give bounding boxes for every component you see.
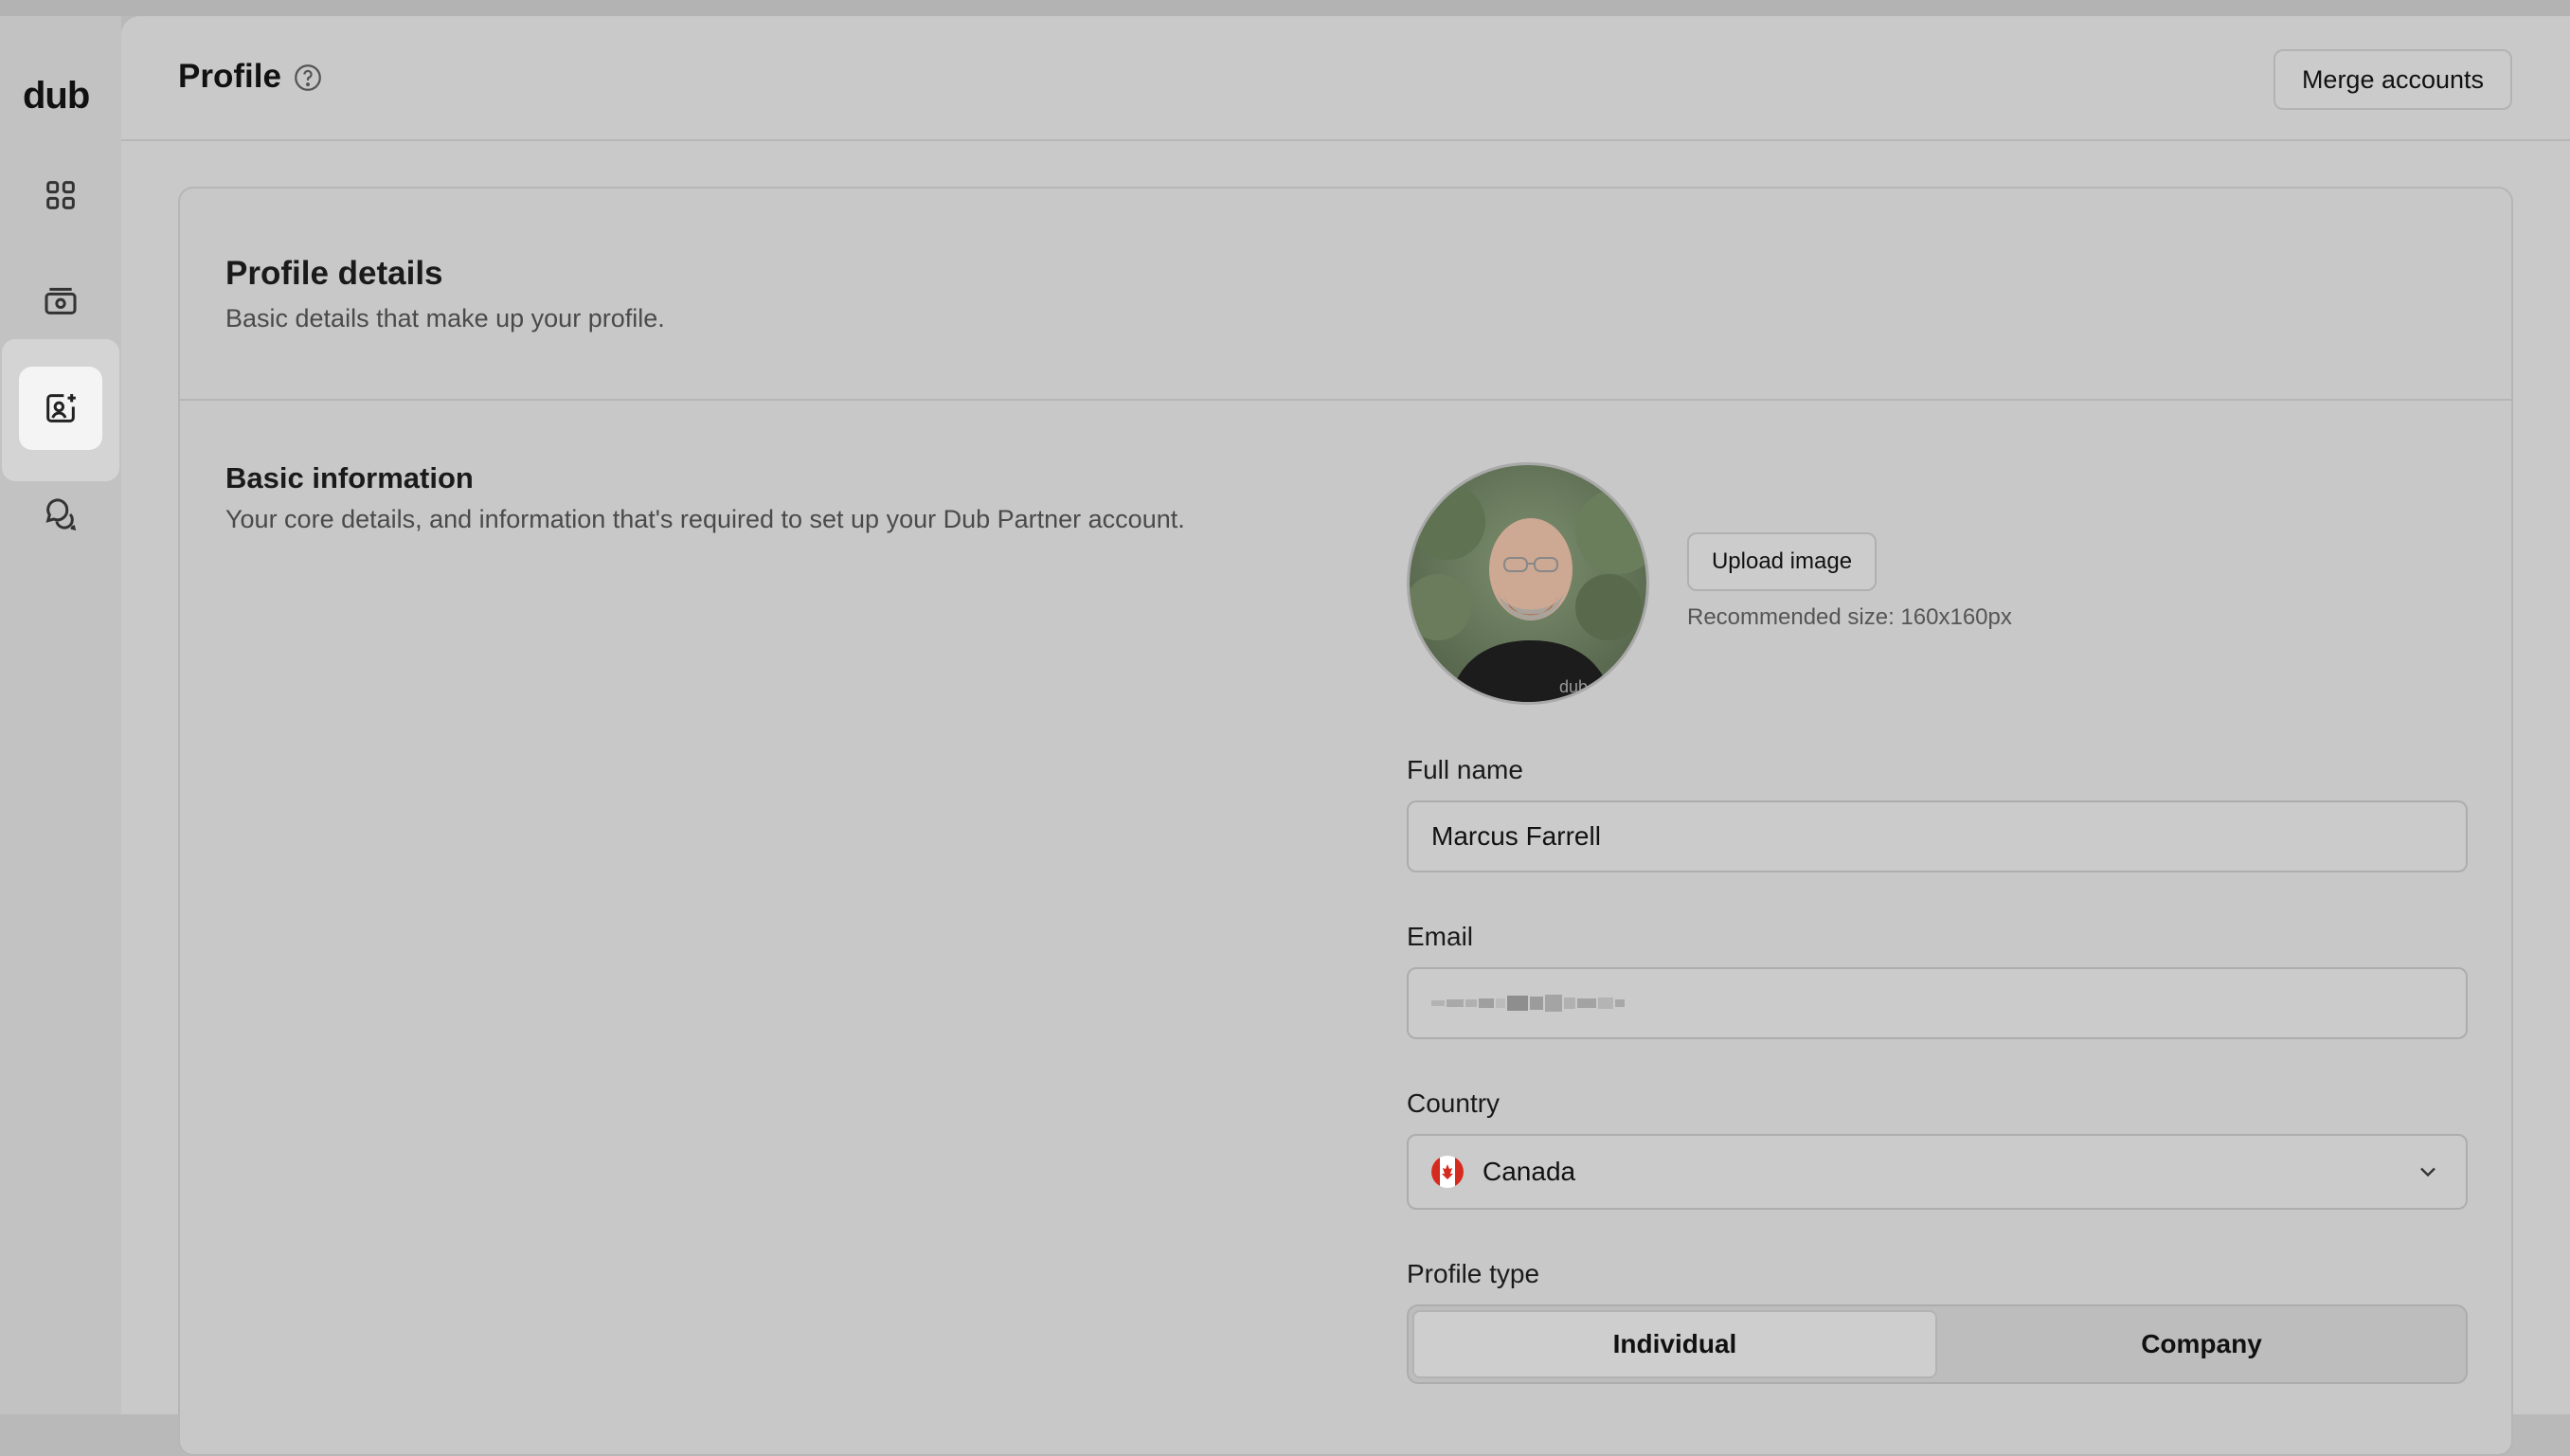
country-value: Canada bbox=[1483, 1157, 1576, 1186]
profile-type-label: Profile type bbox=[1407, 1259, 1540, 1288]
chat-bubbles-icon bbox=[45, 498, 77, 531]
recommended-size-hint: Recommended size: 160x160px bbox=[1687, 604, 2012, 630]
dub-logo[interactable]: dub bbox=[23, 73, 99, 118]
full-name-label: Full name bbox=[1407, 755, 1523, 784]
merge-accounts-button[interactable]: Merge accounts bbox=[2273, 49, 2512, 110]
email-field[interactable] bbox=[1407, 967, 2468, 1039]
grid-icon bbox=[46, 181, 75, 209]
sidebar-item-messages[interactable] bbox=[19, 473, 102, 556]
email-label: Email bbox=[1407, 922, 1474, 951]
chevron-down-icon bbox=[2420, 1167, 2435, 1177]
upload-image-button[interactable]: Upload image bbox=[1687, 532, 1877, 591]
main-panel: Profile Merge accounts Profile details B… bbox=[121, 16, 2570, 1456]
avatar-image: dub bbox=[1410, 465, 1646, 702]
canada-flag-icon bbox=[1431, 1156, 1464, 1188]
section-subtitle: Your core details, and information that'… bbox=[225, 505, 1185, 533]
page-title: Profile bbox=[178, 58, 281, 95]
page-header: Profile Merge accounts bbox=[121, 16, 2570, 141]
sidebar-item-dashboard[interactable] bbox=[19, 153, 102, 237]
full-name-field[interactable]: Marcus Farrell bbox=[1407, 800, 2468, 872]
sidebar-item-profile[interactable] bbox=[19, 367, 102, 450]
card-subtitle: Basic details that make up your profile. bbox=[225, 304, 665, 333]
sidebar-item-payouts[interactable] bbox=[19, 259, 102, 342]
sidebar: dub bbox=[0, 16, 121, 1414]
profile-sparkle-icon bbox=[46, 394, 76, 422]
country-label: Country bbox=[1407, 1088, 1501, 1118]
question-circle-icon[interactable] bbox=[292, 62, 324, 94]
card-title: Profile details bbox=[225, 255, 443, 292]
profile-type-company[interactable]: Company bbox=[1941, 1310, 2462, 1378]
avatar: dub bbox=[1407, 462, 1649, 705]
profile-type-toggle: Individual Company bbox=[1407, 1304, 2468, 1384]
cash-icon bbox=[45, 287, 77, 315]
window-top-strip bbox=[0, 0, 2570, 16]
card-header: Profile details Basic details that make … bbox=[180, 189, 2511, 401]
full-name-value: Marcus Farrell bbox=[1431, 821, 1601, 851]
country-select[interactable]: Canada bbox=[1407, 1134, 2468, 1210]
profile-type-individual[interactable]: Individual bbox=[1412, 1310, 1937, 1378]
email-value-redacted bbox=[1431, 995, 1625, 1012]
section-title: Basic information bbox=[225, 461, 474, 494]
